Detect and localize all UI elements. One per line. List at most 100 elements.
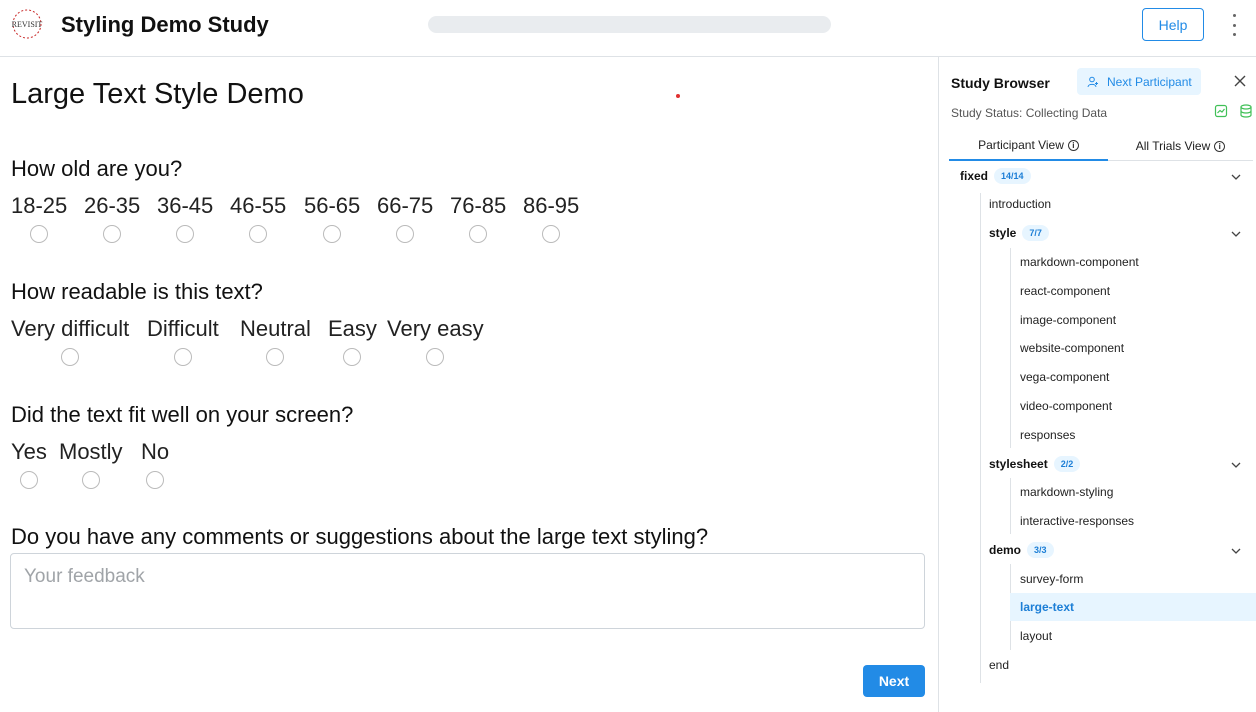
option-label: 86-95 [523,193,580,218]
progress-bar [428,16,831,33]
info-icon: i [1214,140,1226,152]
tree-item[interactable]: website-component [1020,334,1124,362]
group-label: style [989,226,1017,240]
radio-button[interactable] [176,225,195,243]
tree-item[interactable]: video-component [1020,392,1112,420]
age-option[interactable]: 56-65 [304,193,360,243]
option-label: 36-45 [157,193,214,218]
group-label: fixed [960,169,989,183]
tree-item[interactable]: vega-component [1020,363,1109,391]
radio-button[interactable] [542,225,561,243]
tree-item[interactable]: markdown-component [1020,248,1139,276]
radio-button[interactable] [396,225,415,243]
next-button[interactable]: Next [863,665,925,697]
readability-option[interactable]: Difficult [147,316,219,366]
age-option[interactable]: 86-95 [523,193,579,243]
option-label: Easy [328,316,377,341]
tree-group-fixed[interactable]: fixed 14/14 [960,162,1250,190]
tree-item[interactable]: image-component [1020,306,1116,334]
question-readability: How readable is this text? [11,279,263,304]
help-button[interactable]: Help [1142,8,1204,41]
radio-button[interactable] [103,225,122,243]
age-option[interactable]: 36-45 [157,193,213,243]
radio-button[interactable] [266,348,285,366]
chevron-down-icon[interactable] [1230,545,1242,557]
readability-option[interactable]: Easy [328,316,377,366]
question-comments: Do you have any comments or suggestions … [11,524,709,549]
tab-participant-view[interactable]: Participant View i [949,131,1108,161]
tree-group-demo[interactable]: demo 3/3 [989,536,1249,564]
tree-item[interactable]: responses [1020,421,1075,449]
next-participant-label: Next Participant [1107,74,1192,89]
age-option[interactable]: 26-35 [84,193,140,243]
progress-badge: 2/2 [1053,456,1081,472]
option-label: Neutral [240,316,311,341]
age-option[interactable]: 18-25 [11,193,67,243]
tree-item-introduction[interactable]: introduction [989,190,1051,218]
radio-button[interactable] [323,225,342,243]
radio-button[interactable] [343,348,362,366]
radio-button[interactable] [61,348,80,366]
view-tabs: Participant View i All Trials View i [949,131,1253,161]
radio-button[interactable] [30,225,49,243]
radio-button[interactable] [469,225,488,243]
option-label: Difficult [147,316,219,341]
info-icon: i [1067,139,1079,151]
tree-item-active[interactable]: large-text [1010,593,1256,621]
radio-button[interactable] [426,348,445,366]
tree-item[interactable]: react-component [1020,277,1110,305]
progress-badge: 3/3 [1027,542,1054,558]
chevron-down-icon[interactable] [1230,228,1242,240]
radio-button[interactable] [19,471,38,489]
readability-option[interactable]: Very difficult [11,316,129,366]
option-label: 18-25 [11,193,68,218]
age-option[interactable]: 76-85 [450,193,506,243]
tab-label: Participant View [978,138,1064,152]
progress-badge: 14/14 [994,168,1031,184]
tree-item[interactable]: markdown-styling [1020,478,1113,506]
tree-item[interactable]: interactive-responses [1020,507,1134,535]
question-age: How old are you? [11,156,183,181]
readability-option[interactable]: Neutral [240,316,311,366]
option-label: Mostly [59,439,123,464]
age-option[interactable]: 46-55 [230,193,286,243]
more-options-icon[interactable] [1226,14,1242,36]
feedback-textarea[interactable] [10,553,925,629]
tree-item[interactable]: layout [1020,622,1052,650]
sidebar-title: Study Browser [951,75,1050,91]
tree-guide-line [980,193,981,683]
database-icon[interactable] [1239,104,1253,118]
tree-item[interactable]: survey-form [1020,565,1083,593]
main-content: Large Text Style Demo How old are you? 1… [0,57,938,712]
tree-group-style[interactable]: style 7/7 [989,219,1249,247]
tree-group-stylesheet[interactable]: stylesheet 2/2 [989,450,1249,478]
tree-guide-line [1010,248,1011,448]
user-plus-icon [1087,76,1098,87]
age-option[interactable]: 66-75 [377,193,433,243]
close-icon[interactable] [1232,73,1248,89]
next-participant-button[interactable]: Next Participant [1077,68,1201,95]
fit-option[interactable]: No [141,439,169,489]
radio-button[interactable] [146,471,165,489]
chevron-down-icon[interactable] [1230,171,1242,183]
logo-text: REVISIT [12,20,43,29]
tree-item-end[interactable]: end [989,651,1009,679]
revisit-logo: REVISIT [12,9,43,39]
option-label: 76-85 [450,193,507,218]
chevron-down-icon[interactable] [1230,459,1242,471]
option-label: Yes [11,439,47,464]
chart-icon[interactable] [1214,104,1228,118]
group-label: demo [989,543,1022,557]
option-label: 66-75 [377,193,434,218]
progress-badge: 7/7 [1022,225,1049,241]
radio-button[interactable] [81,471,100,489]
option-label: 46-55 [230,193,287,218]
fit-option[interactable]: Mostly [59,439,123,489]
readability-option[interactable]: Very easy [387,316,484,366]
fit-option[interactable]: Yes [11,439,47,489]
radio-button[interactable] [249,225,268,243]
tab-all-trials-view[interactable]: All Trials View i [1108,131,1253,161]
tree-guide-line [1010,478,1011,534]
radio-button[interactable] [173,348,192,366]
question-text-fit: Did the text fit well on your screen? [11,402,354,427]
